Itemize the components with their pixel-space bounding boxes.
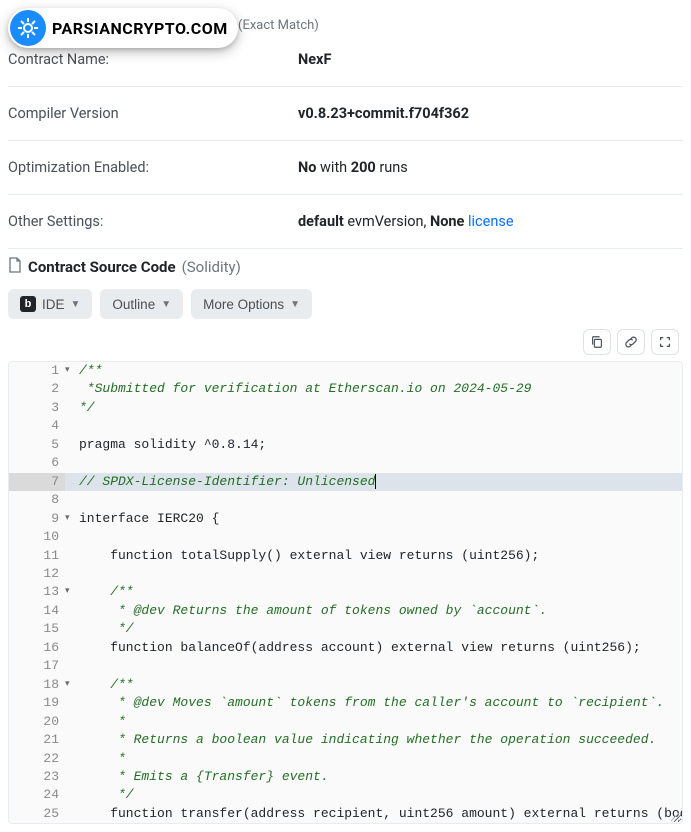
compiler-version-label: Compiler Version: [8, 105, 298, 122]
chevron-down-icon: ▼: [71, 299, 81, 310]
code-line[interactable]: 5pragma solidity ^0.8.14;: [9, 436, 682, 454]
chevron-down-icon: ▼: [161, 299, 171, 310]
code-line[interactable]: 23 * Emits a {Transfer} event.: [9, 768, 682, 786]
optimization-value: No with 200 runs: [298, 159, 683, 176]
fullscreen-button[interactable]: [651, 329, 679, 355]
code-line[interactable]: 8: [9, 491, 682, 509]
code-line[interactable]: 24 */: [9, 786, 682, 804]
code-line[interactable]: 15 */: [9, 620, 682, 638]
code-line[interactable]: 1▾/**: [9, 362, 682, 380]
other-settings-value: default evmVersion, None license: [298, 213, 683, 230]
code-line[interactable]: 12: [9, 565, 682, 583]
ide-dropdown[interactable]: b IDE ▼: [8, 289, 92, 319]
code-line[interactable]: 3*/: [9, 399, 682, 417]
permalink-button[interactable]: [617, 329, 645, 355]
row-optimization: Optimization Enabled: No with 200 runs: [8, 141, 683, 195]
code-line[interactable]: 2 *Submitted for verification at Ethersc…: [9, 380, 682, 398]
code-line[interactable]: 11 function totalSupply() external view …: [9, 547, 682, 565]
code-line[interactable]: 10: [9, 528, 682, 546]
code-action-bar: [8, 329, 683, 355]
code-line[interactable]: 16 function balanceOf(address account) e…: [9, 639, 682, 657]
outline-dropdown[interactable]: Outline ▼: [100, 289, 183, 319]
more-options-dropdown[interactable]: More Options ▼: [191, 289, 312, 319]
license-link[interactable]: license: [468, 213, 514, 230]
source-code-heading: Contract Source Code (Solidity): [8, 257, 683, 277]
match-type-label: (Exact Match): [238, 18, 683, 33]
watermark-text: PARSIANCRYPTO.COM: [52, 19, 228, 38]
row-compiler-version: Compiler Version v0.8.23+commit.f704f362: [8, 87, 683, 141]
code-line[interactable]: 22 *: [9, 750, 682, 768]
contract-name-label: Contract Name:: [8, 51, 298, 68]
code-line[interactable]: 14 * @dev Returns the amount of tokens o…: [9, 602, 682, 620]
code-line[interactable]: 21 * Returns a boolean value indicating …: [9, 731, 682, 749]
code-line[interactable]: 7// SPDX-License-Identifier: Unlicensed: [9, 473, 682, 491]
resize-handle-icon[interactable]: [670, 811, 680, 821]
copy-button[interactable]: [583, 329, 611, 355]
other-settings-label: Other Settings:: [8, 213, 298, 230]
source-code-editor[interactable]: 1▾/**2 *Submitted for verification at Et…: [8, 361, 683, 824]
code-line[interactable]: 25 function transfer(address recipient, …: [9, 805, 682, 823]
code-line[interactable]: 18▾ /**: [9, 676, 682, 694]
contract-name-value: NexF: [298, 51, 683, 68]
optimization-label: Optimization Enabled:: [8, 159, 298, 176]
code-line[interactable]: 4: [9, 417, 682, 435]
watermark-icon: [10, 10, 46, 46]
code-line[interactable]: 6: [9, 454, 682, 472]
code-line[interactable]: 20 *: [9, 713, 682, 731]
compiler-version-value: v0.8.23+commit.f704f362: [298, 105, 683, 122]
file-icon: [8, 257, 22, 277]
chevron-down-icon: ▼: [290, 299, 300, 310]
watermark-badge: PARSIANCRYPTO.COM: [8, 8, 238, 48]
code-line[interactable]: 9▾interface IERC20 {: [9, 510, 682, 528]
code-line[interactable]: 19 * @dev Moves `amount` tokens from the…: [9, 694, 682, 712]
row-other-settings: Other Settings: default evmVersion, None…: [8, 195, 683, 249]
code-toolbar: b IDE ▼ Outline ▼ More Options ▼: [8, 289, 683, 319]
code-line[interactable]: 13▾ /**: [9, 583, 682, 601]
ide-logo-icon: b: [20, 296, 36, 312]
code-line[interactable]: 17: [9, 657, 682, 675]
